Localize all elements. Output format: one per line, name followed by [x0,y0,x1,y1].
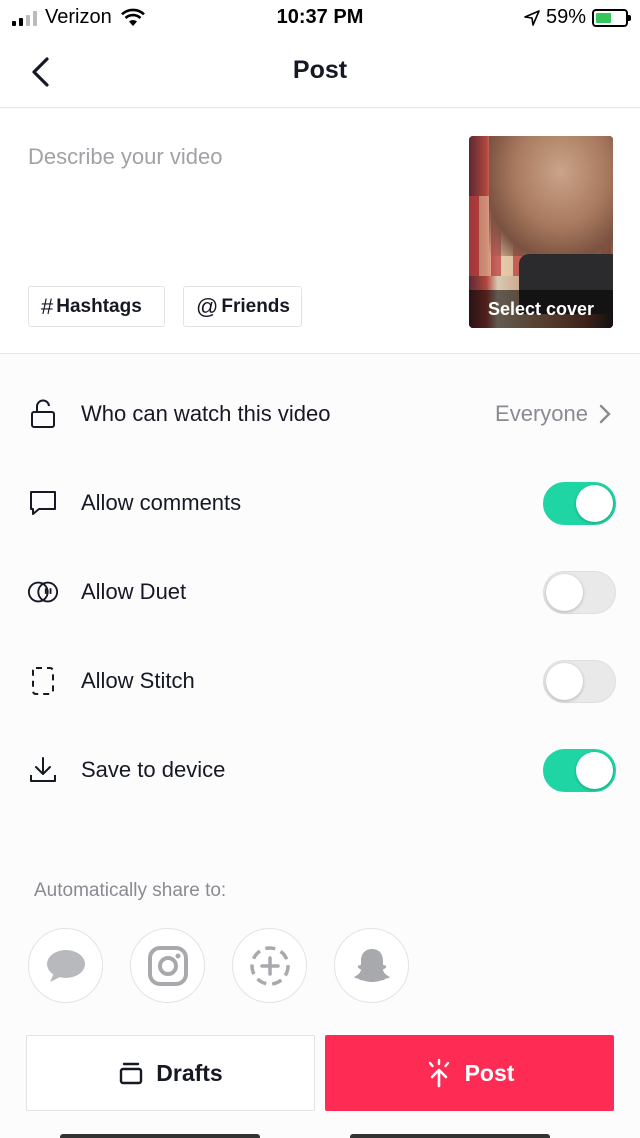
who-can-watch-row[interactable]: Who can watch this video Everyone [0,384,640,444]
bottom-bar-right [350,1134,550,1138]
download-icon [27,754,59,786]
comment-icon [27,487,59,519]
status-bar: Verizon 10:37 PM 59% [0,0,640,36]
post-upload-icon [428,1058,449,1088]
hashtags-label: Hashtags [56,295,142,317]
instagram-icon [147,945,188,986]
status-right: 59% [524,6,631,29]
hashtag-icon: # [41,293,54,319]
battery-percent: 59% [545,6,586,28]
save-to-device-label: Save to device [81,757,226,782]
nav-bar: Post [0,36,640,108]
allow-comments-toggle[interactable] [543,481,616,525]
allow-duet-row: Allow Duet [0,562,640,622]
video-cover-thumbnail[interactable]: Select cover [469,136,613,328]
stitch-icon [27,665,59,697]
friends-button[interactable]: @ Friends [183,286,302,327]
at-sign-icon: @ [196,293,219,319]
snapchat-icon [353,948,390,982]
location-arrow-icon [524,9,540,26]
drafts-label: Drafts [156,1059,223,1086]
drafts-box-icon [120,1062,143,1085]
status-add-icon [249,945,290,986]
share-status-button[interactable] [232,928,307,1003]
messages-icon [46,949,85,982]
share-instagram-button[interactable] [130,928,205,1003]
page-title: Post [292,56,348,84]
allow-stitch-row: Allow Stitch [0,651,640,711]
share-messages-button[interactable] [28,928,103,1003]
allow-stitch-toggle[interactable] [543,659,616,703]
battery-icon [592,8,631,27]
allow-comments-label: Allow comments [81,490,242,515]
description-section: # Hashtags @ Friends Select cover [0,109,640,354]
duet-icon [27,576,59,608]
description-input[interactable] [28,137,448,177]
chevron-right-icon [599,404,611,424]
allow-comments-row: Allow comments [0,473,640,533]
allow-duet-label: Allow Duet [81,579,187,604]
drafts-button[interactable]: Drafts [26,1035,315,1111]
bottom-bar-left [60,1134,260,1138]
save-to-device-toggle[interactable] [543,748,616,792]
allow-stitch-label: Allow Stitch [81,668,195,693]
share-title: Automatically share to: [34,880,227,901]
allow-duet-toggle[interactable] [543,570,616,614]
who-can-watch-label: Who can watch this video [81,401,331,426]
who-can-watch-value: Everyone [495,401,588,426]
lock-icon [27,398,59,430]
friends-label: Friends [221,295,290,317]
post-label: Post [464,1059,515,1086]
post-button[interactable]: Post [325,1035,614,1111]
select-cover-label: Select cover [469,290,613,328]
share-snapchat-button[interactable] [334,928,409,1003]
hashtags-button[interactable]: # Hashtags [28,286,165,327]
save-to-device-row: Save to device [0,740,640,800]
